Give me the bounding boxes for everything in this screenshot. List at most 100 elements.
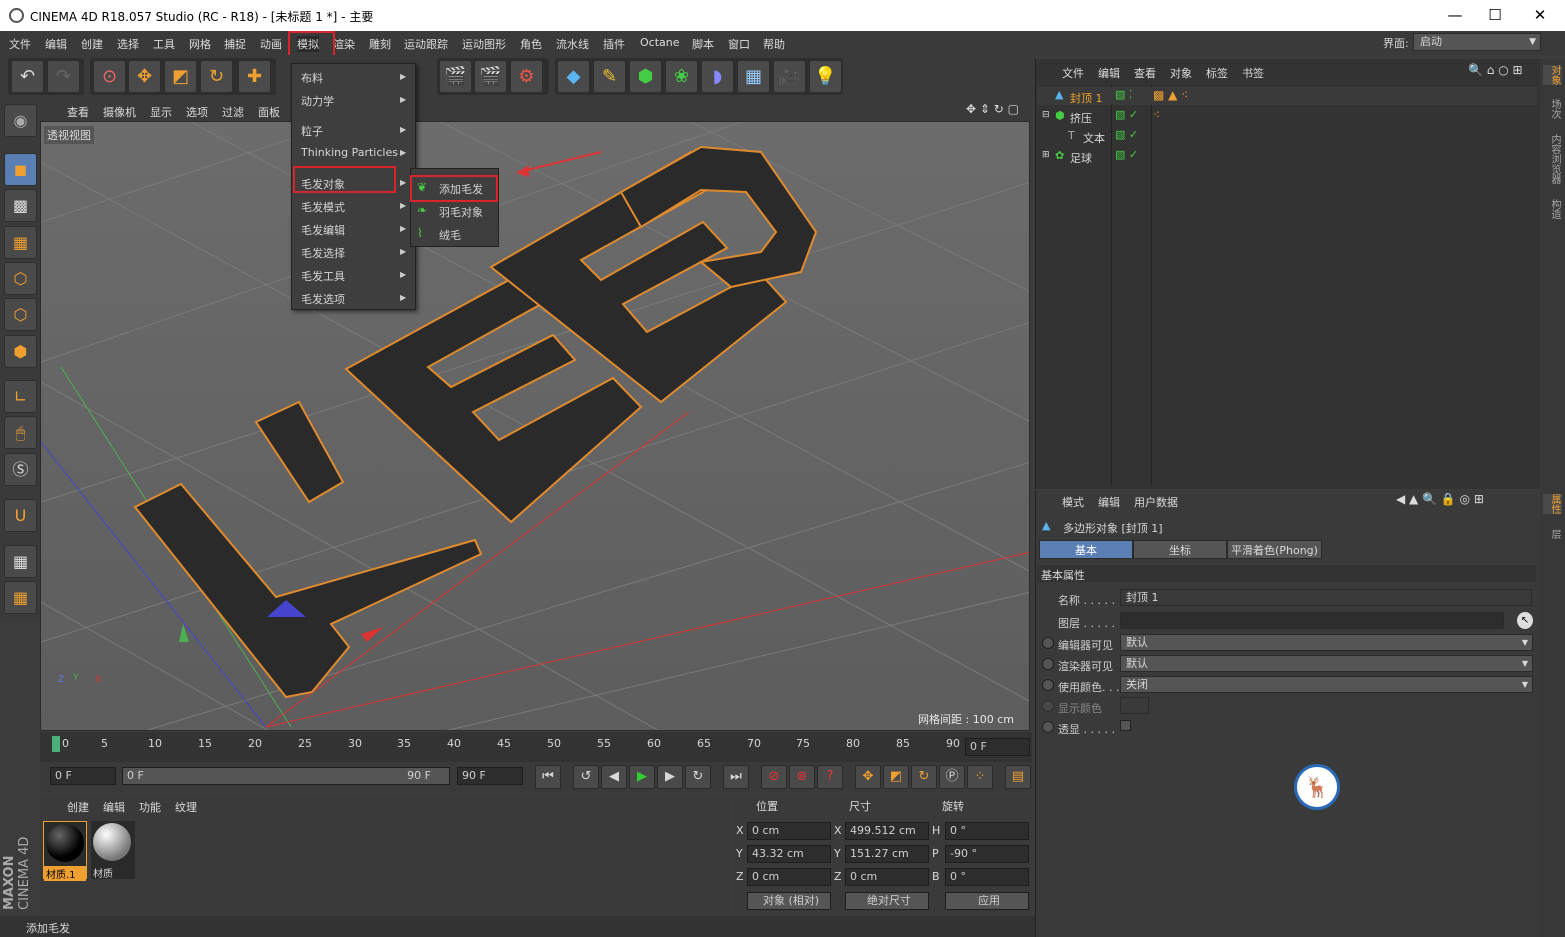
material-swatch-2[interactable]: 材质	[91, 821, 135, 880]
apply-button[interactable]: 应用	[945, 892, 1029, 910]
frame-range-slider[interactable]: 0 F 90 F	[122, 767, 450, 785]
next-key-icon[interactable]: ↻	[685, 765, 711, 789]
keyframe-selection-icon[interactable]: ?	[817, 765, 843, 789]
minimize-button[interactable]: —	[1435, 4, 1475, 26]
menu-item-cloth[interactable]: 布料	[301, 70, 323, 86]
menu-item-particles[interactable]: 粒子	[301, 123, 323, 139]
obj-menu-bookmarks[interactable]: 书签	[1242, 65, 1264, 81]
visibility-toggles[interactable]: ▧ ✓	[1115, 108, 1138, 121]
mat-menu-create[interactable]: 创建	[67, 799, 89, 815]
menu-mograph[interactable]: 运动图形	[462, 36, 506, 52]
render-view-icon[interactable]: 🎬	[439, 60, 472, 93]
rotate-icon[interactable]: ↻	[200, 60, 233, 93]
menu-octane[interactable]: Octane	[640, 36, 680, 49]
end-frame-field[interactable]: 90 F	[457, 767, 523, 785]
visibility-toggles[interactable]: ▧ ⁚	[1115, 88, 1132, 101]
pen-spline-icon[interactable]: ✎	[593, 60, 626, 93]
side-tab-structure[interactable]: 构造	[1543, 199, 1562, 219]
menu-sculpt[interactable]: 雕刻	[369, 36, 391, 52]
render-picture-viewer-icon[interactable]: 🎬	[474, 60, 507, 93]
vp-menu-camera[interactable]: 摄像机	[103, 104, 136, 120]
go-to-end-icon[interactable]: ⏭	[723, 765, 749, 789]
next-frame-icon[interactable]: ▶	[657, 765, 683, 789]
rotation-b-field[interactable]: 0 °	[945, 868, 1029, 886]
menu-character[interactable]: 角色	[520, 36, 542, 52]
vp-menu-options[interactable]: 选项	[186, 104, 208, 120]
size-z-field[interactable]: 0 cm	[845, 868, 929, 886]
timeline-window-icon[interactable]: ▤	[1005, 765, 1031, 789]
side-tab-objects[interactable]: 对象	[1543, 65, 1562, 85]
subdivision-icon[interactable]: ⬢	[629, 60, 662, 93]
magnet-icon[interactable]: U	[4, 499, 37, 532]
menu-mesh[interactable]: 网格	[189, 36, 211, 52]
key-pla-icon[interactable]: ⁘	[967, 765, 993, 789]
position-z-field[interactable]: 0 cm	[747, 868, 831, 886]
expand-icon[interactable]: ⊞	[1042, 150, 1050, 160]
attr-nav-icons[interactable]: ◀ ▲ 🔍 🔒 ◎ ⊞	[1396, 492, 1484, 506]
layout-select[interactable]: 启动 ▼	[1413, 33, 1541, 51]
key-parameter-icon[interactable]: Ⓟ	[939, 765, 965, 789]
workplane-rotate-icon[interactable]: ▦	[4, 581, 37, 614]
attr-menu-userdata[interactable]: 用户数据	[1134, 494, 1178, 510]
light-icon[interactable]: 💡	[809, 60, 842, 93]
xray-radio[interactable]	[1042, 721, 1054, 733]
obj-nav-icons[interactable]: 🔍 ⌂ ○ ⊞	[1468, 63, 1523, 77]
menu-script[interactable]: 脚本	[692, 36, 714, 52]
attr-menu-mode[interactable]: 模式	[1062, 494, 1084, 510]
menu-item-hair-options[interactable]: 毛发选项	[301, 291, 345, 307]
size-x-field[interactable]: 499.512 cm	[845, 822, 929, 840]
menu-item-feather-object[interactable]: 羽毛对象	[439, 204, 483, 220]
menu-select[interactable]: 选择	[117, 36, 139, 52]
menu-plugins[interactable]: 插件	[603, 36, 625, 52]
menu-file[interactable]: 文件	[9, 36, 31, 52]
object-extrude[interactable]: 挤压	[1070, 110, 1092, 126]
menu-pipeline[interactable]: 流水线	[556, 36, 589, 52]
previous-frame-icon[interactable]: ◀	[601, 765, 627, 789]
tab-coordinates[interactable]: 坐标	[1133, 540, 1227, 559]
snap-icon[interactable]: Ⓢ	[4, 453, 37, 486]
menu-motion-tracking[interactable]: 运动跟踪	[404, 36, 448, 52]
vp-menu-panel[interactable]: 面板	[258, 104, 280, 120]
side-tab-content-browser[interactable]: 内容浏览器	[1543, 134, 1562, 184]
object-soccer-ball[interactable]: 足球	[1070, 150, 1092, 166]
redo-icon[interactable]: ↷	[47, 60, 80, 93]
record-icon[interactable]: ⊘	[761, 765, 787, 789]
position-x-field[interactable]: 0 cm	[747, 822, 831, 840]
visibility-toggles[interactable]: ▧ ✓	[1115, 128, 1138, 141]
visibility-toggles[interactable]: ▧ ✓	[1115, 148, 1138, 161]
render-visible-radio[interactable]	[1042, 658, 1054, 670]
side-tab-layers[interactable]: 层	[1543, 529, 1562, 539]
axis-icon[interactable]: ✚	[238, 60, 271, 93]
model-mode-icon[interactable]: ◼	[4, 153, 37, 186]
rotation-p-field[interactable]: -90 °	[945, 845, 1029, 863]
xray-checkbox[interactable]	[1120, 720, 1131, 731]
render-settings-icon[interactable]: ⚙	[510, 60, 543, 93]
previous-key-icon[interactable]: ↺	[573, 765, 599, 789]
timeline[interactable]	[40, 732, 1032, 762]
undo-icon[interactable]: ↶	[11, 60, 44, 93]
tweak-mode-icon[interactable]: 🖱	[4, 416, 37, 449]
close-button[interactable]: ✕	[1520, 4, 1560, 26]
side-tab-takes[interactable]: 场次	[1543, 99, 1562, 119]
menu-item-fur[interactable]: 绒毛	[439, 227, 461, 243]
object-cap-1[interactable]: 封顶 1	[1070, 90, 1103, 106]
tab-phong[interactable]: 平滑着色(Phong)	[1227, 540, 1322, 559]
perspective-viewport[interactable]: Y Z X	[40, 121, 1030, 731]
key-position-icon[interactable]: ✥	[855, 765, 881, 789]
mograph-cloner-icon[interactable]: ❀	[665, 60, 698, 93]
editor-visible-radio[interactable]	[1042, 637, 1054, 649]
prop-layer-field[interactable]	[1120, 612, 1504, 629]
menu-tools[interactable]: 工具	[153, 36, 175, 52]
mat-menu-texture[interactable]: 纹理	[175, 799, 197, 815]
maximize-button[interactable]: ☐	[1475, 4, 1515, 26]
move-icon[interactable]: ✥	[128, 60, 161, 93]
scale-icon[interactable]: ◩	[164, 60, 197, 93]
obj-menu-file[interactable]: 文件	[1062, 65, 1084, 81]
menu-item-hair-tools[interactable]: 毛发工具	[301, 268, 345, 284]
axis-mode-icon[interactable]: ∟	[4, 380, 37, 413]
use-color-radio[interactable]	[1042, 679, 1054, 691]
polygons-mode-icon[interactable]: ⬢	[4, 335, 37, 368]
camera-icon[interactable]: 🎥	[773, 60, 806, 93]
obj-menu-view[interactable]: 查看	[1134, 65, 1156, 81]
menu-edit[interactable]: 编辑	[45, 36, 67, 52]
